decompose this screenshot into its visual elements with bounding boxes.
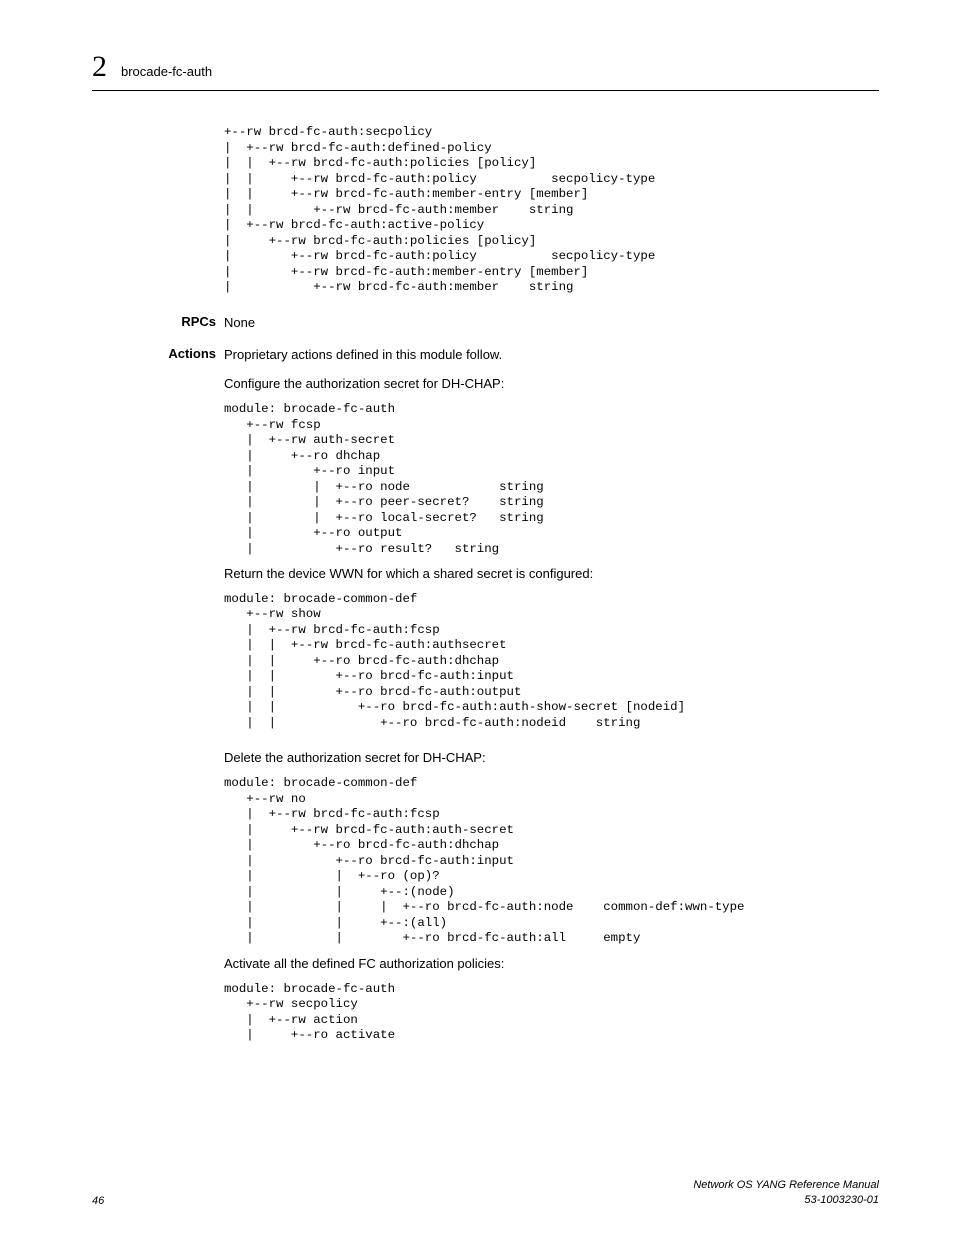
page-footer: 46 Network OS YANG Reference Manual 53-1…	[92, 1178, 879, 1207]
actions-intro: Proprietary actions defined in this modu…	[224, 346, 879, 402]
manual-title: Network OS YANG Reference Manual	[693, 1178, 879, 1192]
page-container: 2 brocade-fc-auth +--rw brcd-fc-auth:sec…	[0, 0, 954, 1235]
code-content: module: brocade-common-def +--rw show | …	[224, 592, 879, 732]
rpcs-row: RPCs None	[92, 314, 879, 333]
rpcs-value: None	[224, 314, 879, 333]
page-number: 46	[92, 1195, 104, 1207]
actions-p1: Configure the authorization secret for D…	[224, 375, 879, 394]
code-content: +--rw brcd-fc-auth:secpolicy | +--rw brc…	[224, 125, 879, 296]
actions-label: Actions	[154, 346, 224, 402]
code-block-return-wwn: module: brocade-common-def +--rw show | …	[224, 592, 879, 732]
actions-p3: Delete the authorization secret for DH-C…	[224, 749, 879, 768]
code-block-activate: module: brocade-fc-auth +--rw secpolicy …	[224, 982, 879, 1044]
document-id: 53-1003230-01	[693, 1193, 879, 1207]
page-header: 2 brocade-fc-auth	[92, 50, 879, 91]
para-block-p3: Delete the authorization secret for DH-C…	[224, 749, 879, 768]
chapter-number: 2	[92, 50, 107, 84]
code-content: module: brocade-fc-auth +--rw secpolicy …	[224, 982, 879, 1044]
code-content: module: brocade-fc-auth +--rw fcsp | +--…	[224, 402, 879, 557]
actions-p2: Return the device WWN for which a shared…	[224, 565, 879, 584]
footer-right: Network OS YANG Reference Manual 53-1003…	[693, 1178, 879, 1207]
para-block-p4: Activate all the defined FC authorizatio…	[224, 955, 879, 974]
code-content: module: brocade-common-def +--rw no | +-…	[224, 776, 879, 947]
actions-intro-text: Proprietary actions defined in this modu…	[224, 346, 879, 365]
code-block-configure: module: brocade-fc-auth +--rw fcsp | +--…	[224, 402, 879, 557]
code-block-secpolicy: +--rw brcd-fc-auth:secpolicy | +--rw brc…	[224, 125, 879, 296]
rpcs-label: RPCs	[154, 314, 224, 333]
running-head: brocade-fc-auth	[121, 64, 212, 79]
code-block-delete: module: brocade-common-def +--rw no | +-…	[224, 776, 879, 947]
actions-row: Actions Proprietary actions defined in t…	[92, 346, 879, 402]
actions-p4: Activate all the defined FC authorizatio…	[224, 955, 879, 974]
para-block-p2: Return the device WWN for which a shared…	[224, 565, 879, 584]
